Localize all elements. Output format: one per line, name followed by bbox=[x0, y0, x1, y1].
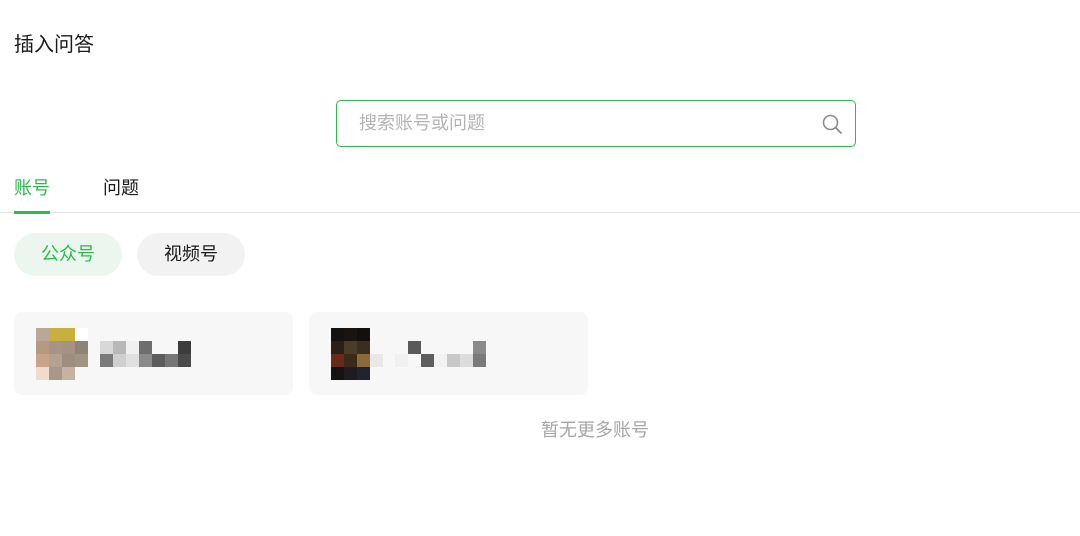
tab-bar: 账号 问题 bbox=[0, 172, 1080, 214]
filter-channels[interactable]: 视频号 bbox=[137, 233, 245, 276]
tab-questions[interactable]: 问题 bbox=[103, 176, 139, 202]
avatar bbox=[36, 328, 88, 380]
avatar bbox=[331, 328, 383, 380]
account-name-obscured bbox=[395, 341, 491, 367]
empty-state-text: 暂无更多账号 bbox=[541, 420, 649, 441]
search-box[interactable] bbox=[336, 100, 856, 147]
search-icon[interactable] bbox=[821, 113, 843, 135]
tab-accounts[interactable]: 账号 bbox=[14, 176, 50, 214]
account-card[interactable] bbox=[309, 312, 588, 395]
filter-official-accounts[interactable]: 公众号 bbox=[14, 233, 122, 276]
page-title: 插入问答 bbox=[14, 32, 94, 56]
search-input[interactable] bbox=[359, 101, 799, 146]
account-card[interactable] bbox=[14, 312, 293, 395]
account-name-obscured bbox=[100, 341, 196, 367]
